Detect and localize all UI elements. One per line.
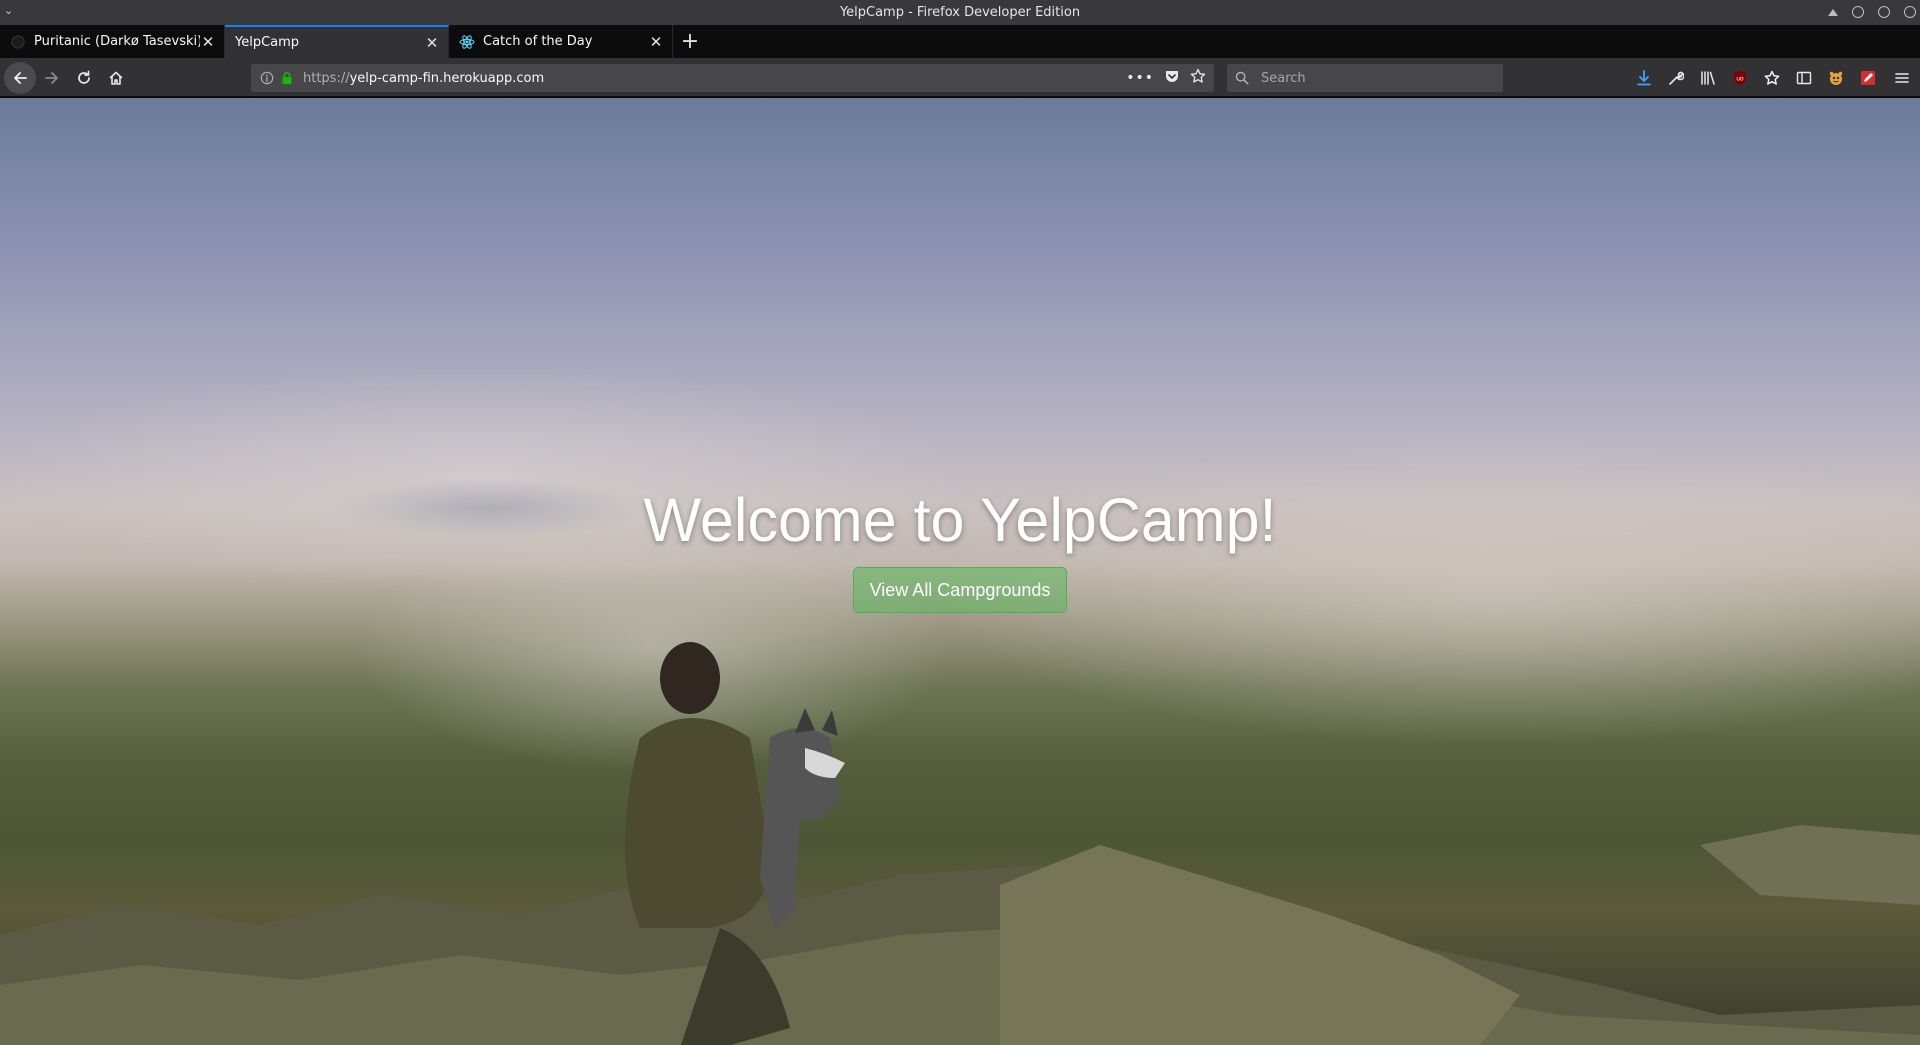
info-icon[interactable]	[259, 70, 275, 86]
minimize-button[interactable]	[1852, 6, 1864, 18]
home-icon	[109, 71, 123, 85]
pen-extension-icon[interactable]	[1852, 64, 1884, 92]
new-tab-button[interactable]: +	[673, 25, 707, 58]
svg-text:uo: uo	[1736, 76, 1744, 83]
arrow-left-icon	[14, 72, 27, 84]
github-icon	[10, 34, 26, 50]
search-bar[interactable]	[1227, 64, 1503, 92]
hamburger-menu-icon[interactable]	[1884, 64, 1920, 92]
reload-icon	[78, 70, 90, 84]
pocket-icon[interactable]	[1164, 68, 1180, 88]
maximize-button[interactable]	[1878, 6, 1890, 18]
tab-catch-of-the-day[interactable]: Catch of the Day ✕	[449, 25, 673, 58]
back-button[interactable]	[4, 62, 36, 94]
lock-icon[interactable]	[279, 70, 295, 86]
tampermonkey-icon[interactable]	[1820, 64, 1852, 92]
more-actions-icon[interactable]: •••	[1126, 70, 1154, 86]
page-heading: Welcome to YelpCamp!	[643, 486, 1277, 554]
bookmarks-star-icon[interactable]	[1756, 64, 1788, 92]
page-viewport: Welcome to YelpCamp! View All Campground…	[0, 98, 1920, 1045]
reload-button[interactable]	[70, 64, 98, 92]
tab-yelpcamp[interactable]: YelpCamp ✕	[225, 25, 449, 58]
url-text[interactable]: https://yelp-camp-fin.herokuapp.com	[303, 71, 1126, 86]
close-tab-icon[interactable]: ✕	[424, 35, 440, 51]
keep-above-icon[interactable]	[1828, 8, 1838, 16]
navigation-toolbar: https://yelp-camp-fin.herokuapp.com •••	[0, 58, 1920, 97]
downloads-icon[interactable]	[1628, 64, 1660, 92]
react-icon	[459, 34, 475, 50]
tab-label: YelpCamp	[235, 35, 300, 50]
window-titlebar: ⌄ YelpCamp - Firefox Developer Edition	[0, 0, 1920, 25]
forward-button[interactable]	[38, 64, 66, 92]
close-tab-icon[interactable]: ✕	[200, 34, 216, 50]
url-scheme: https://	[303, 70, 350, 86]
search-input[interactable]	[1259, 69, 1489, 87]
close-window-button[interactable]	[1904, 6, 1916, 18]
library-icon[interactable]	[1692, 64, 1724, 92]
window-menu-icon[interactable]: ⌄	[4, 4, 16, 18]
ublock-origin-icon[interactable]: uo	[1724, 64, 1756, 92]
page-actions: •••	[1126, 68, 1206, 88]
url-bar[interactable]: https://yelp-camp-fin.herokuapp.com •••	[251, 64, 1214, 92]
tab-puritanic[interactable]: Puritanic (Darkø Tasevski) ✕	[0, 25, 225, 58]
tab-label: Puritanic (Darkø Tasevski)	[34, 34, 200, 49]
close-tab-icon[interactable]: ✕	[648, 34, 664, 50]
developer-tools-icon[interactable]	[1660, 64, 1692, 92]
tab-label: Catch of the Day	[483, 34, 593, 49]
url-host: yelp-camp-fin.herokuapp.com	[349, 70, 545, 86]
tab-strip: Puritanic (Darkø Tasevski) ✕ YelpCamp ✕ …	[0, 25, 1920, 58]
window-title: YelpCamp - Firefox Developer Edition	[839, 5, 1081, 20]
hero-section: Welcome to YelpCamp! View All Campground…	[0, 98, 1920, 1045]
toolbar-icons: uo	[1628, 64, 1920, 92]
bookmark-star-icon[interactable]	[1190, 68, 1206, 88]
view-all-campgrounds-button[interactable]: View All Campgrounds	[852, 567, 1068, 613]
window-controls	[1828, 5, 1916, 19]
home-button[interactable]	[102, 64, 130, 92]
sidebar-icon[interactable]	[1788, 64, 1820, 92]
arrow-right-icon	[45, 72, 58, 84]
search-icon	[1235, 70, 1251, 86]
